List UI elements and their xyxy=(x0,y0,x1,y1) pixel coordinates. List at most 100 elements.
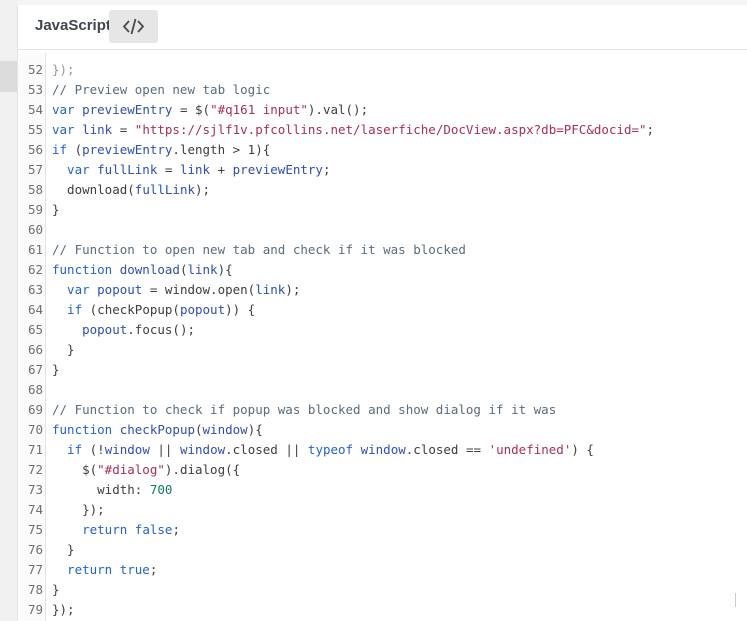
code-line: 60 xyxy=(18,220,747,240)
line-number: 58 xyxy=(27,182,43,197)
code-token: .focus(); xyxy=(127,322,195,337)
code-line: 75 return false; xyxy=(18,520,747,540)
code-line: 74 }); xyxy=(18,500,747,520)
line-number: 60 xyxy=(27,222,43,237)
code-line: 68 xyxy=(18,380,747,400)
code-line: 61 // Function to open new tab and check … xyxy=(18,240,747,260)
code-line: 72 $("#dialog").dialog({ xyxy=(18,460,747,480)
code-panel: JavaScript }); 52 53 // Preview open new t… xyxy=(17,5,747,621)
code-line: 77 return true; xyxy=(18,560,747,580)
code-line: 53 // Preview open new tab logic xyxy=(18,80,747,100)
code-text: var popout = window.open(link); xyxy=(52,280,300,300)
code-token: // Function to check if popup was blocke… xyxy=(52,402,557,417)
code-token: (checkPopup( xyxy=(89,302,180,317)
code-text: var previewEntry = $("#q161 input").val(… xyxy=(52,100,368,120)
code-token: width: xyxy=(52,482,150,497)
code-line: 64 if (checkPopup(popout)) { xyxy=(18,300,747,320)
line-number: 67 xyxy=(27,362,43,377)
code-token: return xyxy=(52,562,120,577)
code-token: ; xyxy=(172,522,180,537)
code-token: previewEntry xyxy=(232,162,323,177)
code-token: window xyxy=(202,422,248,437)
code-text: } xyxy=(52,340,75,360)
code-token: ; xyxy=(646,122,655,137)
code-token: .closed == xyxy=(405,442,489,457)
code-token: link xyxy=(82,122,113,137)
code-text: popout.focus(); xyxy=(52,320,195,340)
code-line: 62 function download(link){ xyxy=(18,260,747,280)
code-token: var xyxy=(52,162,98,177)
line-number: 53 xyxy=(27,82,43,97)
code-token: checkPopup xyxy=(119,422,195,437)
code-line-partial: }); xyxy=(18,53,747,77)
code-token: + xyxy=(210,162,233,177)
line-number: 73 xyxy=(27,482,43,497)
code-line: 59} xyxy=(18,200,747,220)
code-token: = xyxy=(112,122,135,137)
code-line: 78} xyxy=(18,580,747,600)
code-token: } xyxy=(52,362,60,377)
code-editor[interactable]: }); 52 53 // Preview open new tab logic 54 v… xyxy=(18,53,747,621)
code-token: $( xyxy=(52,462,98,477)
code-token: if xyxy=(52,302,90,317)
code-text: if (previewEntry.length > 1){ xyxy=(52,140,270,160)
code-token: var xyxy=(52,102,83,117)
code-token: = xyxy=(157,162,180,177)
code-text: function checkPopup(window){ xyxy=(52,420,263,440)
code-text: var fullLink = link + previewEntry; xyxy=(52,160,330,180)
code-line: 76 } xyxy=(18,540,747,560)
code-text: }); xyxy=(52,600,75,620)
code-token: 700 xyxy=(149,482,173,497)
code-token: return xyxy=(52,522,135,537)
code-token: ; xyxy=(149,562,158,577)
line-number: 68 xyxy=(27,382,43,397)
code-token: ); xyxy=(285,282,301,297)
code-token: var xyxy=(52,282,98,297)
code-line: 56 if (previewEntry.length > 1){ xyxy=(18,140,747,160)
code-token: // Function to open new tab and check if… xyxy=(52,242,466,257)
code-token: popout xyxy=(52,322,128,337)
code-text: width: 700 xyxy=(52,480,172,500)
code-token: link xyxy=(255,282,286,297)
code-token: .length > 1){ xyxy=(172,142,271,157)
code-line: 65 popout.focus(); xyxy=(18,320,747,340)
code-token: download xyxy=(119,262,180,277)
code-token: fullLink xyxy=(134,182,196,197)
code-token: fullLink xyxy=(97,162,158,177)
code-line: 52 xyxy=(18,60,747,80)
line-number: 78 xyxy=(27,582,43,597)
code-token: "#q161 input" xyxy=(210,102,308,117)
code-line: 67} xyxy=(18,360,747,380)
code-token: download( xyxy=(52,182,135,197)
code-line: 79}); xyxy=(18,600,747,620)
code-text: // Function to check if popup was blocke… xyxy=(52,400,556,420)
code-token: ; xyxy=(322,162,331,177)
code-token: previewEntry xyxy=(82,102,173,117)
code-text: } xyxy=(52,580,60,600)
code-text: function download(link){ xyxy=(52,260,233,280)
code-line: 63 var popout = window.open(link); xyxy=(18,280,747,300)
code-line: 54 var previewEntry = $("#q161 input").va… xyxy=(18,100,747,120)
code-line: 66 } xyxy=(18,340,747,360)
code-text: if (checkPopup(popout)) { xyxy=(52,300,255,320)
code-token: true xyxy=(119,562,150,577)
code-text: } xyxy=(52,540,75,560)
code-token: } xyxy=(52,202,60,217)
code-line: 71 if (!window || window.closed || typeo… xyxy=(18,440,747,460)
line-number: 57 xyxy=(27,162,43,177)
line-number: 71 xyxy=(27,442,43,457)
line-number: 69 xyxy=(27,402,43,417)
code-text: } xyxy=(52,200,60,220)
code-toggle-button[interactable] xyxy=(109,10,158,43)
code-token: = $( xyxy=(172,102,211,117)
code-token: }); xyxy=(52,502,105,517)
text-cursor xyxy=(735,593,736,607)
line-number: 65 xyxy=(27,322,43,337)
code-token: ( xyxy=(74,142,83,157)
line-number: 75 xyxy=(27,522,43,537)
code-token: } xyxy=(52,582,60,597)
code-token: link xyxy=(179,162,211,177)
code-token: var xyxy=(52,122,83,137)
line-number: 62 xyxy=(27,262,43,277)
code-line: 58 download(fullLink); xyxy=(18,180,747,200)
